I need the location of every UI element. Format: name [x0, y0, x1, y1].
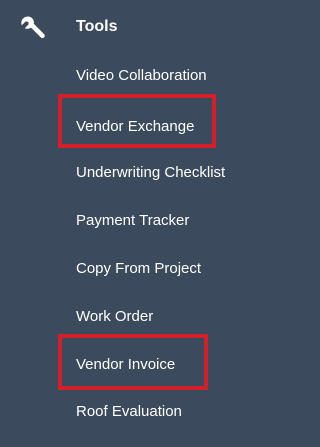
wrench-icon	[19, 14, 45, 40]
tools-section-title: Tools	[76, 18, 118, 35]
menu-item-payment-tracker[interactable]: Payment Tracker	[76, 211, 189, 231]
menu-item-video-collaboration[interactable]: Video Collaboration	[76, 66, 207, 86]
menu-item-copy-from-project[interactable]: Copy From Project	[76, 259, 201, 279]
menu-item-vendor-exchange[interactable]: Vendor Exchange	[76, 117, 194, 137]
menu-item-vendor-invoice[interactable]: Vendor Invoice	[76, 355, 175, 375]
menu-item-work-order[interactable]: Work Order	[76, 307, 153, 327]
menu-item-roof-evaluation[interactable]: Roof Evaluation	[76, 402, 182, 422]
tools-menu: Tools Video Collaboration Vendor Exchang…	[0, 0, 243, 447]
menu-item-underwriting-checklist[interactable]: Underwriting Checklist	[76, 163, 225, 183]
